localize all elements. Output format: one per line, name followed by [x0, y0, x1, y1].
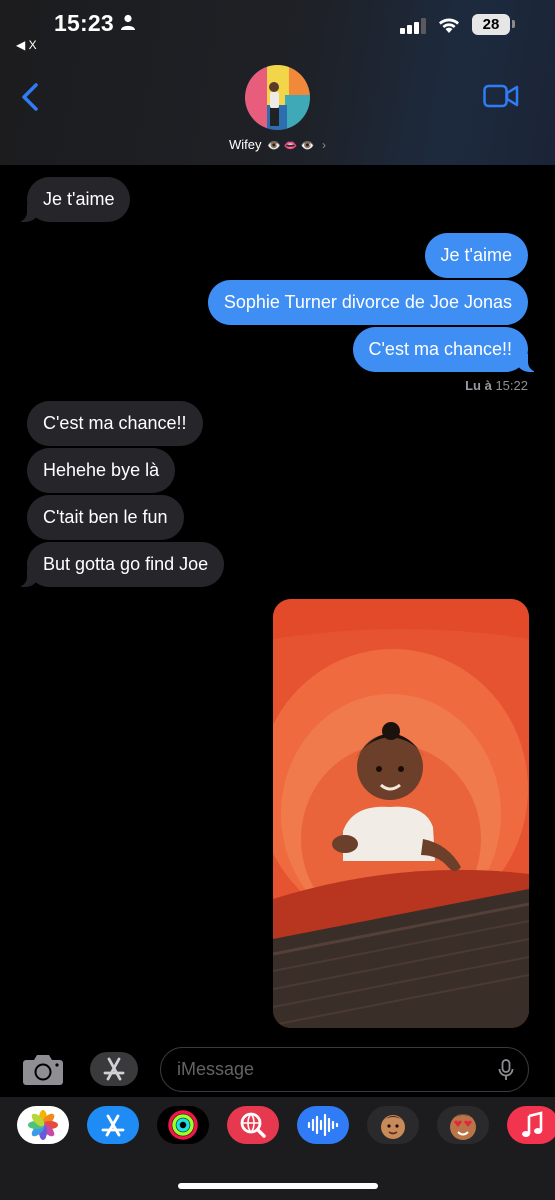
contact-name[interactable]: Wifey 👁️ 👄 👁️ ›	[0, 137, 555, 152]
status-bar: 15:23 28	[0, 8, 555, 40]
chevron-right-icon: ›	[321, 138, 326, 152]
message-bubble-outgoing[interactable]: Je t'aime	[424, 233, 528, 278]
conversation-header: 15:23 28 ◀ X Wifey 👁️ 👄 👁️ ›	[0, 0, 555, 165]
wifi-icon	[437, 16, 461, 39]
back-button[interactable]	[20, 82, 40, 117]
read-receipt-label: Lu à	[465, 378, 492, 393]
message-bubble-outgoing[interactable]: C'est ma chance!!	[352, 327, 540, 372]
message-bubble-incoming[interactable]: C'tait ben le fun	[27, 495, 184, 540]
images-search-icon[interactable]	[227, 1106, 279, 1144]
read-receipt: Lu à 15:22	[465, 378, 528, 393]
app-store-drawer-button[interactable]	[90, 1052, 138, 1086]
message-input-placeholder: iMessage	[177, 1059, 255, 1079]
status-time: 15:23	[54, 10, 114, 36]
battery-indicator: 28	[472, 14, 510, 35]
animoji-stickers-icon[interactable]	[437, 1106, 489, 1144]
microphone-icon[interactable]	[498, 1059, 514, 1086]
facetime-video-button[interactable]	[483, 84, 519, 113]
read-receipt-time: 15:22	[495, 378, 528, 393]
memoji-icon[interactable]	[367, 1106, 419, 1144]
message-bubble-outgoing[interactable]: Sophie Turner divorce de Joe Jonas	[207, 280, 528, 325]
battery-nub	[512, 20, 515, 28]
activity-rings-icon[interactable]	[157, 1106, 209, 1144]
back-triangle-icon: ◀	[16, 38, 26, 52]
cellular-signal-icon	[400, 18, 428, 39]
message-bubble-incoming[interactable]: Hehehe bye là	[27, 448, 176, 493]
message-input[interactable]: iMessage	[160, 1047, 529, 1092]
back-app-label: X	[28, 38, 37, 52]
contact-name-text: Wifey	[229, 137, 262, 152]
home-indicator[interactable]	[178, 1183, 378, 1189]
camera-button[interactable]	[22, 1052, 64, 1091]
message-bubble-incoming[interactable]: C'est ma chance!!	[27, 401, 203, 446]
contact-avatar[interactable]	[245, 65, 310, 130]
photo-attachment[interactable]	[273, 599, 529, 1028]
audio-message-icon[interactable]	[297, 1106, 349, 1144]
message-bubble-incoming[interactable]: Je t'aime	[14, 177, 131, 222]
photos-app-icon[interactable]	[17, 1106, 69, 1144]
person-icon	[120, 14, 136, 35]
contact-emojis: 👁️ 👄 👁️	[267, 140, 315, 152]
music-app-icon[interactable]	[507, 1106, 555, 1144]
message-bubble-incoming[interactable]: But gotta go find Joe	[14, 542, 225, 587]
app-store-icon[interactable]	[87, 1106, 139, 1144]
back-to-app-link[interactable]: ◀ X	[16, 38, 37, 52]
